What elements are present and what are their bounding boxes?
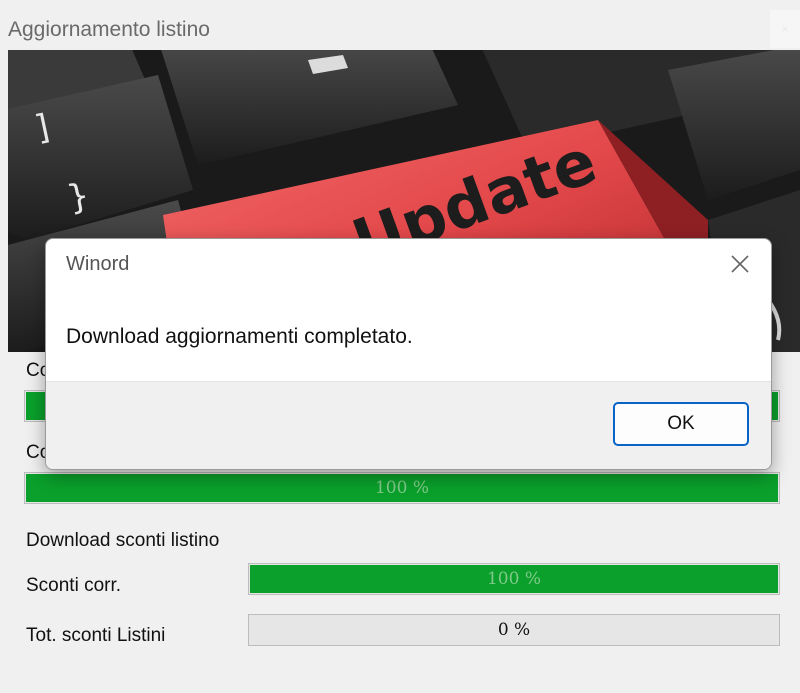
- title-bar: Aggiornamento listino ×: [0, 10, 800, 50]
- sconti-corr-progress-bar: 100 %: [248, 563, 780, 595]
- ok-button[interactable]: OK: [613, 402, 749, 446]
- dialog-footer: OK: [46, 381, 771, 469]
- tot-sconti-progress-bar: 0 %: [248, 614, 780, 646]
- tot-sconti-progress-text: 0 %: [497, 620, 531, 640]
- tot-sconti-label: Tot. sconti Listini: [26, 625, 166, 646]
- close-icon: ×: [781, 22, 789, 36]
- window-title: Aggiornamento listino: [8, 18, 210, 41]
- dialog-message: Download aggiornamenti completato.: [66, 325, 413, 348]
- dialog-title: Winord: [66, 253, 130, 275]
- sconti-corr-label: Sconti corr.: [26, 575, 122, 596]
- download-sconti-heading: Download sconti listino: [26, 530, 220, 551]
- dialog-close-button[interactable]: [723, 247, 757, 281]
- sconti-corr-progress-text: 100 %: [486, 569, 541, 589]
- progress-bar-2: 100 %: [24, 472, 780, 504]
- progress-text-2: 100 %: [374, 478, 429, 498]
- close-icon: [731, 255, 749, 273]
- message-dialog: Winord Download aggiornamenti completato…: [45, 238, 772, 470]
- main-window: Aggiornamento listino × ] } Update Co Co…: [0, 0, 800, 693]
- window-close-button[interactable]: ×: [770, 10, 800, 48]
